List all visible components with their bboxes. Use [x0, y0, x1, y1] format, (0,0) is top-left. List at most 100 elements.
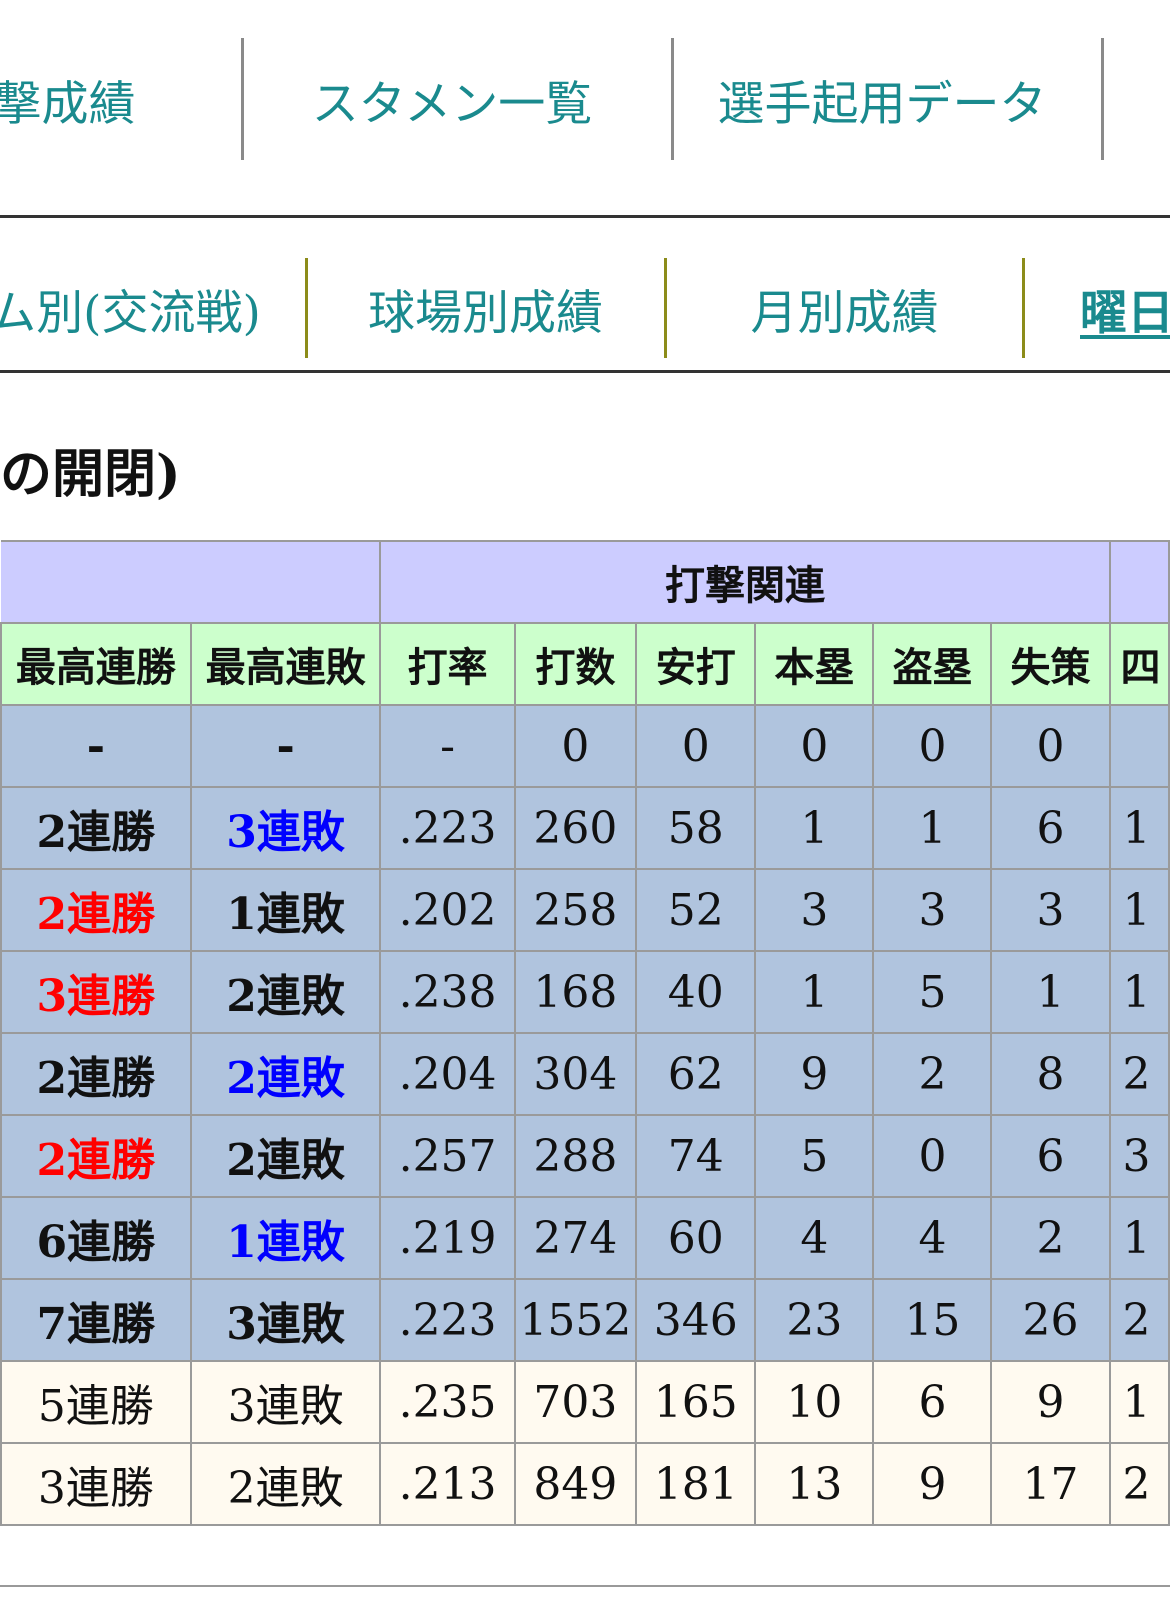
nav-link-by-weekday[interactable]: 曜日: [1025, 258, 1170, 358]
cell-max-loss-streak: 3連敗: [189, 1278, 382, 1362]
cell-home-runs: 3: [754, 868, 875, 952]
cell-errors: 8: [990, 1032, 1111, 1116]
cell-max-win-streak: 2連勝: [0, 1032, 192, 1116]
cell-max-win-streak: 3連勝: [0, 950, 192, 1034]
table-row: ---00000: [0, 704, 1170, 788]
cell-walks: 1: [1108, 786, 1170, 870]
cell-home-runs: 5: [754, 1114, 875, 1198]
cell-at-bats: 274: [513, 1196, 638, 1280]
cell-hits: 62: [635, 1032, 757, 1116]
cell-errors: 17: [990, 1442, 1111, 1526]
cell-batting-avg: .213: [379, 1442, 516, 1526]
cell-hits: 58: [635, 786, 757, 870]
table-row: 2連勝 3連敗 .223 260 58 1 1 6 1: [0, 786, 1170, 870]
cell-batting-avg: .223: [379, 1278, 516, 1362]
cell-stolen-bases: 0: [872, 1114, 993, 1198]
table-row: 3連勝 2連敗 .213 849 181 13 9 17 2: [0, 1442, 1170, 1526]
cell-stolen-bases: 15: [872, 1278, 993, 1362]
cell-errors: 1: [990, 950, 1111, 1034]
cell-max-loss-streak: 1連敗: [189, 1196, 382, 1280]
cell-errors: 6: [990, 786, 1111, 870]
nav-link-by-team-interleague[interactable]: ム別(交流戦): [0, 258, 261, 358]
cell-at-bats: 849: [513, 1442, 638, 1526]
cell-max-loss-streak: 2連敗: [189, 1442, 382, 1526]
col-header-hits[interactable]: 安打: [635, 622, 757, 706]
col-header-stolen-bases[interactable]: 盗塁: [872, 622, 993, 706]
cell-batting-avg: .235: [379, 1360, 516, 1444]
cell-hits: 60: [635, 1196, 757, 1280]
cell-home-runs: 10: [754, 1360, 875, 1444]
primary-nav: 撃成績 スタメン一覧 選手起用データ: [0, 0, 1170, 215]
cell-max-win-streak: 2連勝: [0, 1114, 192, 1198]
col-header-walks[interactable]: 四: [1108, 622, 1170, 706]
cell-batting-avg: .219: [379, 1196, 516, 1280]
cell-home-runs: 1: [754, 950, 875, 1034]
cell-home-runs: 9: [754, 1032, 875, 1116]
cell-walks: 3: [1108, 1114, 1170, 1198]
cell-batting-avg: .202: [379, 868, 516, 952]
col-header-max-win-streak[interactable]: 最高連勝: [0, 622, 192, 706]
section-heading: の開閉): [0, 444, 181, 505]
group-header-row: 打撃関連: [1, 540, 1170, 624]
nav-link-by-month[interactable]: 月別成績: [667, 258, 1022, 358]
cell-home-runs: 13: [754, 1442, 875, 1526]
cell-hits: 74: [635, 1114, 757, 1198]
cell-walks: [1108, 704, 1170, 788]
nav-link-starting-lineup[interactable]: スタメン一覧: [244, 38, 660, 160]
cell-at-bats: 260: [513, 786, 638, 870]
cell-batting-avg: .204: [379, 1032, 516, 1116]
cell-at-bats: 168: [513, 950, 638, 1034]
cell-max-loss-streak: -: [189, 704, 382, 788]
column-header-row: 最高連勝 最高連敗 打率 打数 安打 本塁 盗塁 失策 四: [0, 622, 1170, 706]
group-header-next: [1108, 540, 1170, 624]
cell-max-loss-streak: 2連敗: [189, 1032, 382, 1116]
cell-walks: 1: [1108, 1196, 1170, 1280]
cell-at-bats: 304: [513, 1032, 638, 1116]
cell-stolen-bases: 5: [872, 950, 993, 1034]
divider: [0, 370, 1170, 373]
cell-max-loss-streak: 3連敗: [189, 1360, 382, 1444]
table-row: 3連勝 2連敗 .238 168 40 1 5 1 1: [0, 950, 1170, 1034]
cell-home-runs: 0: [754, 704, 875, 788]
col-header-batting-avg[interactable]: 打率: [379, 622, 516, 706]
nav-link-by-stadium[interactable]: 球場別成績: [308, 258, 663, 358]
cell-max-win-streak: 6連勝: [0, 1196, 192, 1280]
cell-stolen-bases: 6: [872, 1360, 993, 1444]
cell-errors: 2: [990, 1196, 1111, 1280]
nav-link-player-usage[interactable]: 選手起用データ: [674, 38, 1090, 160]
nav-link-batting[interactable]: 撃成績: [0, 38, 160, 160]
cell-at-bats: 258: [513, 868, 638, 952]
stats-table: 打撃関連 最高連勝 最高連敗 打率 打数 安打 本塁 盗塁 失策 四 ---00…: [0, 540, 1170, 1526]
cell-max-win-streak: 5連勝: [0, 1360, 192, 1444]
col-header-errors[interactable]: 失策: [990, 622, 1111, 706]
cell-stolen-bases: 3: [872, 868, 993, 952]
cell-batting-avg: .223: [379, 786, 516, 870]
cell-hits: 181: [635, 1442, 757, 1526]
cell-walks: 2: [1108, 1442, 1170, 1526]
cell-stolen-bases: 2: [872, 1032, 993, 1116]
cell-home-runs: 23: [754, 1278, 875, 1362]
col-header-at-bats[interactable]: 打数: [513, 622, 638, 706]
cell-stolen-bases: 1: [872, 786, 993, 870]
col-header-max-loss-streak[interactable]: 最高連敗: [189, 622, 382, 706]
cell-errors: 3: [990, 868, 1111, 952]
cell-max-win-streak: -: [0, 704, 192, 788]
cell-at-bats: 1552: [513, 1278, 638, 1362]
table-row: 2連勝 1連敗 .202 258 52 3 3 3 1: [0, 868, 1170, 952]
divider: [0, 1585, 1170, 1587]
cell-errors: 0: [990, 704, 1111, 788]
cell-hits: 346: [635, 1278, 757, 1362]
cell-errors: 6: [990, 1114, 1111, 1198]
cell-walks: 2: [1108, 1278, 1170, 1362]
cell-stolen-bases: 4: [872, 1196, 993, 1280]
cell-hits: 165: [635, 1360, 757, 1444]
cell-max-win-streak: 7連勝: [0, 1278, 192, 1362]
cell-max-loss-streak: 2連敗: [189, 1114, 382, 1198]
cell-max-loss-streak: 2連敗: [189, 950, 382, 1034]
cell-max-loss-streak: 3連敗: [189, 786, 382, 870]
cell-walks: 1: [1108, 868, 1170, 952]
cell-max-win-streak: 3連勝: [0, 1442, 192, 1526]
col-header-home-runs[interactable]: 本塁: [754, 622, 875, 706]
cell-at-bats: 703: [513, 1360, 638, 1444]
cell-hits: 40: [635, 950, 757, 1034]
